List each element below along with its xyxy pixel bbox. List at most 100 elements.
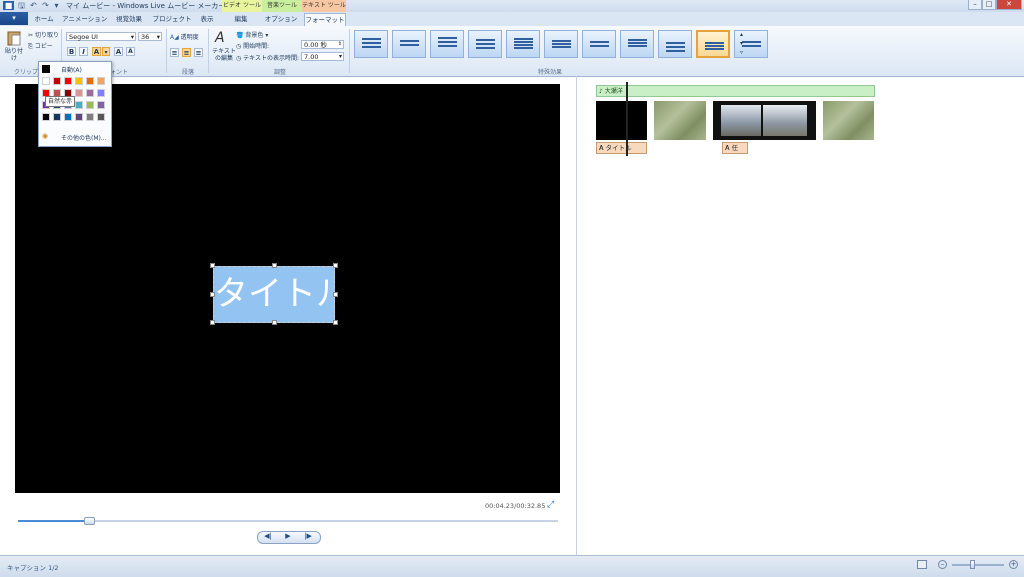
effect-option[interactable]: [468, 30, 502, 58]
minimize-button[interactable]: –: [968, 0, 982, 10]
color-swatch[interactable]: [75, 113, 83, 121]
clip-thumbnail[interactable]: [654, 101, 706, 140]
effect-option[interactable]: [506, 30, 540, 58]
color-swatch[interactable]: [86, 77, 94, 85]
fullscreen-icon[interactable]: ⤢: [547, 501, 556, 510]
music-track[interactable]: ♪ 大瀬洋: [596, 85, 875, 97]
shrink-font-button[interactable]: A: [126, 47, 135, 56]
seek-bar[interactable]: [18, 520, 558, 522]
close-button[interactable]: ✕: [996, 0, 1022, 10]
app-menu-icon[interactable]: ■: [3, 1, 14, 10]
spinner-icon[interactable]: ⇕: [338, 40, 342, 49]
font-color-dropdown-icon[interactable]: ▾: [102, 47, 110, 56]
zoom-slider-thumb[interactable]: [970, 560, 975, 569]
cut-button[interactable]: ✂ 切り取り: [28, 30, 59, 39]
start-time-input[interactable]: 0.00 秒 ⇕: [301, 40, 344, 49]
background-color-button[interactable]: 🪣 背景色 ▾: [236, 30, 268, 39]
effect-preview-line: [552, 46, 571, 48]
previous-frame-button[interactable]: ◀|: [259, 531, 277, 542]
paste-button[interactable]: 貼り付け: [4, 30, 24, 68]
pane-divider[interactable]: [576, 76, 577, 555]
tab-format[interactable]: フォーマット: [304, 13, 346, 27]
bold-button[interactable]: B: [67, 47, 76, 56]
auto-color-label[interactable]: 自動(A): [61, 65, 82, 74]
tab-view[interactable]: 表示: [196, 13, 218, 25]
grow-font-button[interactable]: A: [114, 47, 123, 56]
play-button[interactable]: ▶: [279, 531, 297, 542]
color-swatch[interactable]: [86, 101, 94, 109]
effect-option[interactable]: [620, 30, 654, 58]
align-center-button[interactable]: ≡: [182, 48, 191, 57]
resize-handle[interactable]: [272, 263, 277, 268]
resize-handle[interactable]: [333, 263, 338, 268]
redo-icon[interactable]: ↷: [41, 1, 50, 10]
more-colors-link[interactable]: その他の色(M)...: [61, 133, 107, 142]
tab-edit[interactable]: 編集: [226, 13, 256, 25]
color-swatch[interactable]: [75, 77, 83, 85]
quick-access-more-icon[interactable]: ▾: [52, 1, 61, 10]
maximize-button[interactable]: □: [982, 0, 996, 10]
effect-option[interactable]: [354, 30, 388, 58]
color-swatch[interactable]: [97, 101, 105, 109]
copy-button[interactable]: ⎘ コピー: [28, 41, 53, 51]
color-swatch[interactable]: [53, 77, 61, 85]
file-menu-button[interactable]: ▾: [0, 12, 28, 25]
font-color-button[interactable]: A: [92, 47, 101, 56]
color-swatch[interactable]: [53, 113, 61, 121]
seek-thumb[interactable]: [84, 517, 95, 525]
effect-option[interactable]: [658, 30, 692, 58]
tab-project[interactable]: プロジェクト: [152, 13, 192, 25]
save-icon[interactable]: 🖫: [17, 1, 26, 10]
caption-clip[interactable]: 𝐀 任: [722, 142, 748, 154]
thumbnail-size-icon[interactable]: [917, 560, 927, 569]
color-swatch[interactable]: [42, 77, 50, 85]
font-family-select[interactable]: Segoe UI ▾: [66, 32, 136, 41]
color-swatch[interactable]: [86, 113, 94, 121]
color-swatch[interactable]: [64, 113, 72, 121]
duration-input[interactable]: 7.00 ▾: [301, 52, 344, 61]
clip-thumbnail-title[interactable]: [596, 101, 647, 140]
tab-animation[interactable]: アニメーション: [62, 13, 107, 25]
color-swatch[interactable]: [97, 113, 105, 121]
italic-button[interactable]: I: [79, 47, 88, 56]
gallery-scroll[interactable]: ▴ ▾ ▿: [738, 30, 745, 58]
zoom-slider[interactable]: [952, 564, 1004, 566]
effect-option[interactable]: [430, 30, 464, 58]
color-swatch[interactable]: [75, 89, 83, 97]
resize-handle[interactable]: [333, 320, 338, 325]
clip-thumbnail[interactable]: [823, 101, 874, 140]
resize-handle[interactable]: [333, 292, 338, 297]
color-swatch[interactable]: [97, 77, 105, 85]
preview-title-text[interactable]: タイトル: [213, 266, 335, 323]
color-swatch[interactable]: [75, 101, 83, 109]
clip-thumbnail-selected[interactable]: [713, 101, 816, 140]
zoom-out-icon[interactable]: –: [938, 560, 947, 569]
effect-option[interactable]: [696, 30, 730, 58]
color-swatch[interactable]: [86, 89, 94, 97]
caption-clip[interactable]: 𝐀 タイトル: [596, 142, 647, 154]
chevron-down-icon[interactable]: ▾: [339, 52, 342, 61]
next-frame-button[interactable]: |▶: [299, 531, 317, 542]
undo-icon[interactable]: ↶: [29, 1, 38, 10]
color-swatch[interactable]: [42, 113, 50, 121]
effect-option[interactable]: [392, 30, 426, 58]
transparency-button[interactable]: A◢ 透明度: [170, 32, 199, 41]
font-size-select[interactable]: 36 ▾: [138, 32, 162, 41]
effect-option[interactable]: [582, 30, 616, 58]
resize-handle[interactable]: [272, 320, 277, 325]
edit-text-button[interactable]: A テキストの編集: [212, 30, 236, 66]
tab-visual-effects[interactable]: 視覚効果: [111, 13, 147, 25]
resize-handle[interactable]: [210, 292, 215, 297]
playhead[interactable]: [626, 82, 628, 156]
color-swatch[interactable]: [64, 77, 72, 85]
color-swatch[interactable]: [97, 89, 105, 97]
auto-color-swatch[interactable]: [42, 65, 50, 73]
align-left-button[interactable]: ≡: [170, 48, 179, 57]
tab-home[interactable]: ホーム: [30, 13, 58, 25]
resize-handle[interactable]: [210, 263, 215, 268]
zoom-in-icon[interactable]: +: [1009, 560, 1018, 569]
tab-options[interactable]: オプション: [264, 13, 298, 25]
align-right-button[interactable]: ≡: [194, 48, 203, 57]
effect-option[interactable]: [544, 30, 578, 58]
resize-handle[interactable]: [210, 320, 215, 325]
